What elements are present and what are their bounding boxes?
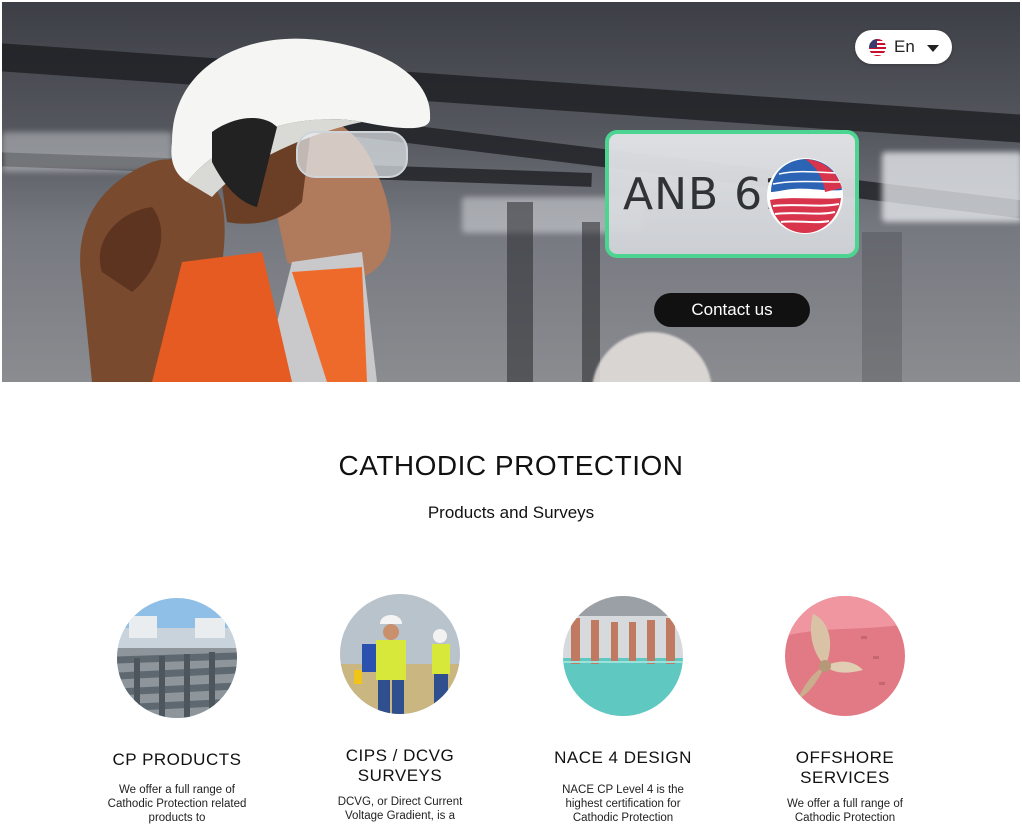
background-column [507,202,533,382]
hero-banner: En ANB 61 Contact us [2,2,1020,382]
cp-products-image[interactable] [117,598,237,718]
background-column [862,232,902,382]
us-flag-icon [869,38,886,56]
worker-photo [80,38,431,382]
card-description: We offer a full range of Cathodic Protec… [787,798,903,824]
card-title: CP PRODUCTS [112,750,242,769]
section-title: CATHODIC PROTECTION [338,450,684,481]
contact-us-button[interactable]: Contact us [654,293,810,327]
company-logo: ANB 61 [605,130,859,258]
card-title: CIPS / DCVG SURVEYS [345,746,455,785]
cips-dcvg-image[interactable] [340,594,460,714]
section-subtitle: Products and Surveys [427,503,595,522]
chevron-down-icon [926,45,939,52]
background-column [582,222,600,382]
held-helmet [592,332,712,382]
card-description: NACE CP Level 4 is the highest certifica… [562,784,684,824]
offshore-services-image[interactable] [785,596,905,716]
globe-logo-icon [767,158,843,234]
card-title: OFFSHORE SERVICES [795,748,895,787]
nace-4-design-image[interactable] [563,596,683,716]
language-selector[interactable]: En [855,30,952,64]
skylight [882,152,1020,222]
card-description: We offer a full range of Cathodic Protec… [107,784,247,824]
card-title: NACE 4 DESIGN [554,748,692,767]
language-code: En [894,37,915,56]
card-description: DCVG, or Direct Current Voltage Gradient… [337,796,463,822]
